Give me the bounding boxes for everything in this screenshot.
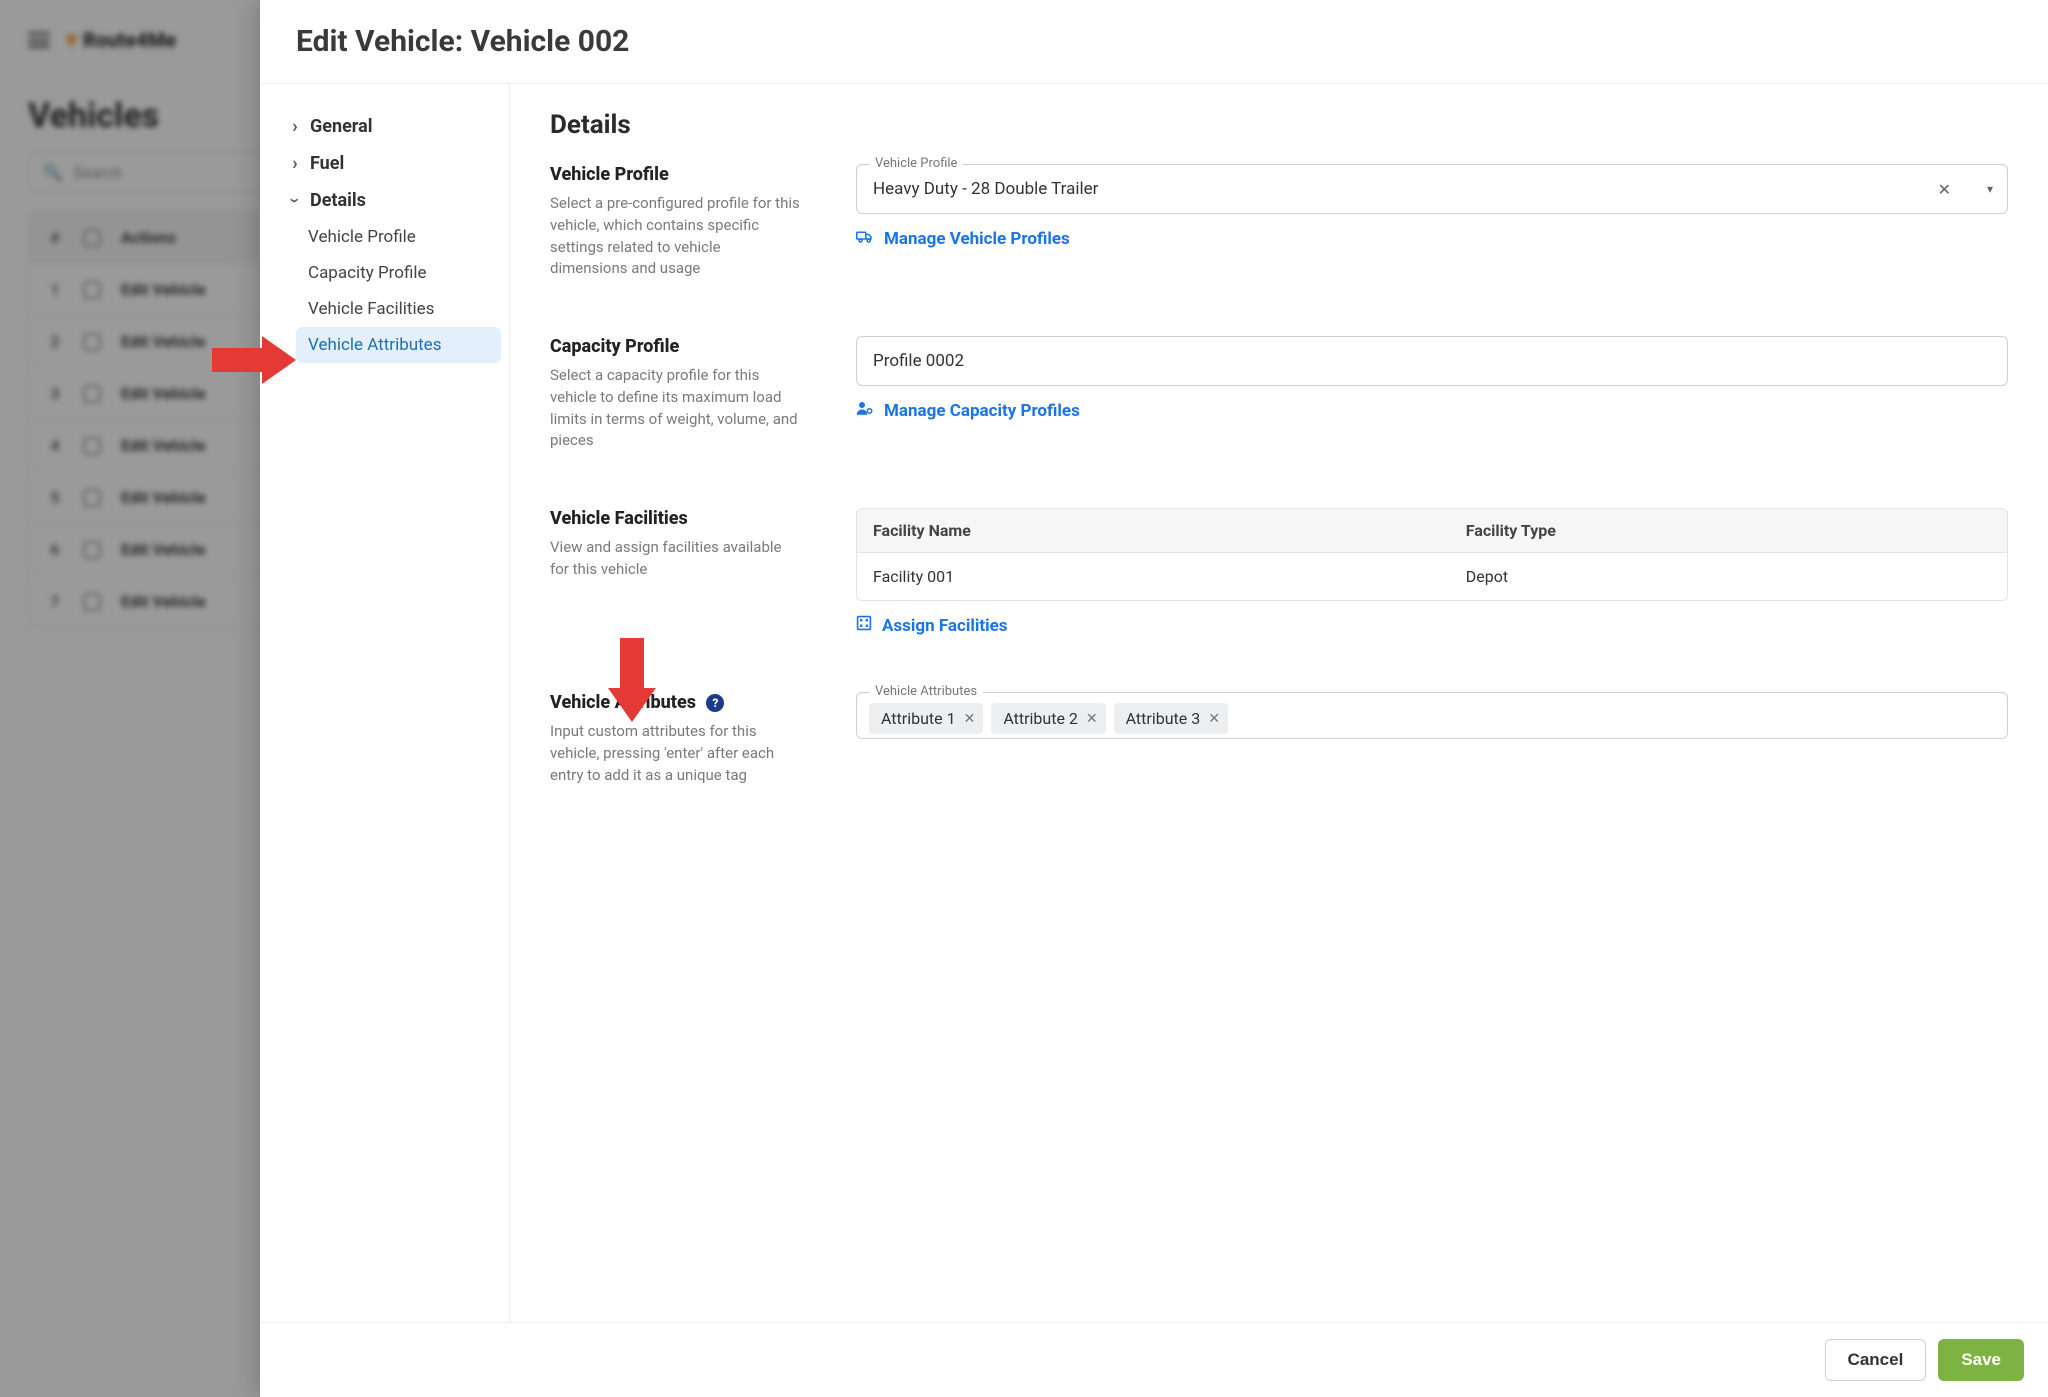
chevron-right-icon: ›: [288, 153, 302, 174]
chip-label: Attribute 3: [1126, 709, 1201, 728]
clear-icon[interactable]: ✕: [1938, 180, 1951, 199]
chip-remove-icon[interactable]: ✕: [1086, 711, 1098, 727]
table-row: Facility 001 Depot: [857, 553, 2007, 600]
field-label: Vehicle Profile: [869, 156, 963, 171]
chevron-down-icon[interactable]: ▾: [1987, 182, 1993, 196]
vehicle-attributes-desc: Input custom attributes for this vehicle…: [550, 721, 800, 786]
vehicle-profile-heading: Vehicle Profile: [550, 164, 800, 185]
vehicle-attributes-input[interactable]: Vehicle Attributes Attribute 1✕Attribute…: [856, 692, 2008, 739]
cancel-button[interactable]: Cancel: [1825, 1339, 1927, 1381]
modal-sidebar: › General › Fuel › Details Vehicle Profi…: [260, 84, 510, 1322]
manage-vehicle-profiles-link[interactable]: Manage Vehicle Profiles: [856, 228, 1070, 249]
attribute-chip[interactable]: Attribute 3 ✕: [1114, 703, 1228, 734]
vehicle-facilities-desc: View and assign facilities available for…: [550, 537, 800, 581]
capacity-profile-desc: Select a capacity profile for this vehic…: [550, 365, 800, 452]
building-icon: [856, 615, 872, 636]
chevron-down-icon: ›: [285, 194, 306, 208]
facilities-table: Facility Name Facility Type Facility 001…: [856, 508, 2008, 601]
nav-sub-vehicle-facilities[interactable]: Vehicle Facilities: [296, 291, 501, 327]
chevron-right-icon: ›: [288, 116, 302, 137]
chip-remove-icon[interactable]: ✕: [964, 711, 976, 727]
truck-gear-icon: [856, 228, 874, 249]
capacity-profile-heading: Capacity Profile: [550, 336, 800, 357]
field-label: Vehicle Attributes: [869, 684, 983, 699]
facility-name: Facility 001: [857, 553, 1450, 600]
vehicle-profile-value: Heavy Duty - 28 Double Trailer: [873, 179, 1938, 199]
facility-type: Depot: [1450, 553, 2007, 600]
save-button[interactable]: Save: [1938, 1339, 2024, 1381]
nav-details[interactable]: › Details: [278, 182, 501, 219]
nav-general[interactable]: › General: [278, 108, 501, 145]
modal-title: Edit Vehicle: Vehicle 002: [260, 0, 2048, 84]
chip-label: Attribute 2: [1003, 709, 1078, 728]
vehicle-profile-desc: Select a pre-configured profile for this…: [550, 193, 800, 280]
vehicle-attributes-heading: Vehicle Attributes ?: [550, 692, 800, 713]
nav-sub-capacity-profile[interactable]: Capacity Profile: [296, 255, 501, 291]
vehicle-profile-select[interactable]: Vehicle Profile Heavy Duty - 28 Double T…: [856, 164, 2008, 214]
assign-facilities-link[interactable]: Assign Facilities: [856, 615, 1008, 636]
modal-main: Details Vehicle Profile Select a pre-con…: [510, 84, 2048, 1322]
facilities-col-type: Facility Type: [1450, 509, 2007, 553]
capacity-profile-value: Profile 0002: [873, 351, 1961, 371]
facilities-col-name: Facility Name: [857, 509, 1450, 553]
vehicle-facilities-heading: Vehicle Facilities: [550, 508, 800, 529]
attribute-chip[interactable]: Attribute 1 ✕: [869, 703, 983, 734]
person-gear-icon: [856, 400, 874, 421]
section-title: Details: [550, 110, 2008, 140]
nav-fuel[interactable]: › Fuel: [278, 145, 501, 182]
edit-vehicle-modal: Edit Vehicle: Vehicle 002 › General › Fu…: [260, 0, 2048, 1397]
chip-remove-icon[interactable]: ✕: [1208, 711, 1220, 727]
attribute-chip[interactable]: Attribute 2 ✕: [991, 703, 1105, 734]
nav-sub-vehicle-profile[interactable]: Vehicle Profile: [296, 219, 501, 255]
capacity-profile-select[interactable]: Profile 0002: [856, 336, 2008, 386]
nav-sub-vehicle-attributes[interactable]: Vehicle Attributes: [296, 327, 501, 363]
chip-label: Attribute 1: [881, 709, 956, 728]
help-icon[interactable]: ?: [706, 694, 724, 712]
manage-capacity-profiles-link[interactable]: Manage Capacity Profiles: [856, 400, 1080, 421]
